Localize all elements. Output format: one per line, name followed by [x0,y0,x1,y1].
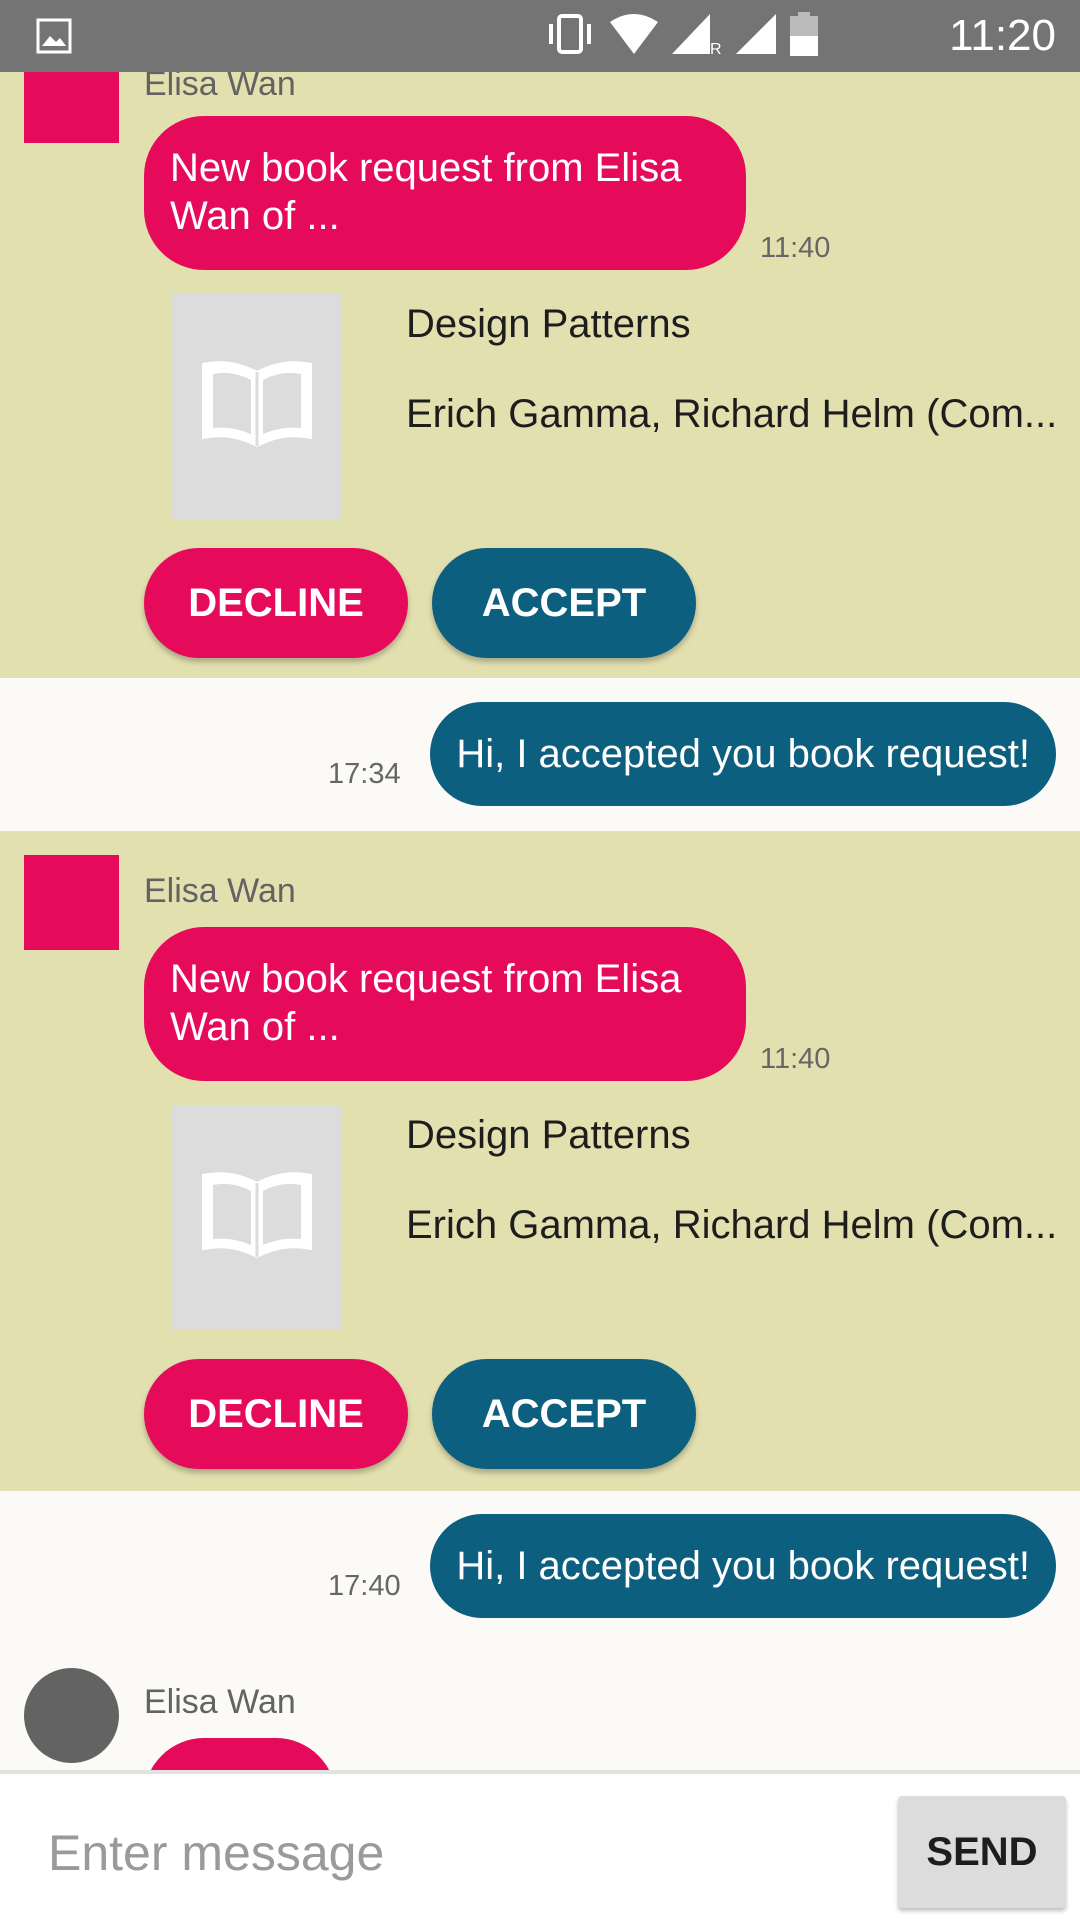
decline-button[interactable]: DECLINE [144,548,408,658]
outgoing-message-row: 17:34 Hi, I accepted you book request! [0,702,1080,806]
status-time: 11:20 [949,11,1056,60]
wifi-icon [610,13,658,59]
avatar[interactable] [24,855,119,950]
send-button[interactable]: SEND [898,1796,1066,1908]
outgoing-message-bubble[interactable]: Hi, I accepted you book request! [430,702,1056,806]
message-input-bar: Enter message SEND [0,1770,1080,1920]
message-time: 11:40 [760,232,831,264]
message-bubble[interactable] [144,1738,336,1770]
sender-name: Elisa Wan [144,72,296,103]
book-cover[interactable] [172,294,342,519]
signal-icon [736,13,776,59]
outgoing-message-bubble[interactable]: Hi, I accepted you book request! [430,1514,1056,1618]
message-text: New book request from Elisa Wan of ... [170,146,682,238]
book-icon [202,1172,312,1259]
decline-button[interactable]: DECLINE [144,1359,408,1469]
avatar[interactable] [24,1668,119,1763]
message-bubble[interactable]: New book request from Elisa Wan of ... [144,116,746,270]
message-time: 17:34 [328,758,401,790]
battery-icon [790,11,818,61]
accept-button[interactable]: ACCEPT [432,548,696,658]
vibrate-icon [544,13,596,59]
sender-name: Elisa Wan [144,1683,296,1721]
book-authors: Erich Gamma, Richard Helm (Com... [406,1203,1058,1247]
book-title: Design Patterns [406,1113,691,1157]
book-request-card: Elisa Wan New book request from Elisa Wa… [0,831,1080,1491]
message-time: 11:40 [760,1043,831,1075]
book-cover[interactable] [172,1105,342,1330]
chat-list[interactable]: Elisa Wan New book request from Elisa Wa… [0,72,1080,1770]
sender-name: Elisa Wan [144,872,296,910]
message-time: 17:40 [328,1570,401,1602]
message-bubble[interactable]: New book request from Elisa Wan of ... [144,927,746,1081]
message-text: New book request from Elisa Wan of ... [170,957,682,1049]
signal-roaming-icon: R [672,13,722,59]
book-title: Design Patterns [406,302,691,346]
book-request-card: Elisa Wan New book request from Elisa Wa… [0,72,1080,678]
book-icon [202,361,312,448]
message-input[interactable]: Enter message [48,1824,384,1882]
status-bar: R 11:20 [0,0,1080,72]
outgoing-message-row: 17:40 Hi, I accepted you book request! [0,1514,1080,1618]
svg-text:R: R [710,41,722,54]
book-authors: Erich Gamma, Richard Helm (Com... [406,392,1058,436]
accept-button[interactable]: ACCEPT [432,1359,696,1469]
avatar[interactable] [24,72,119,143]
image-icon [36,18,72,54]
